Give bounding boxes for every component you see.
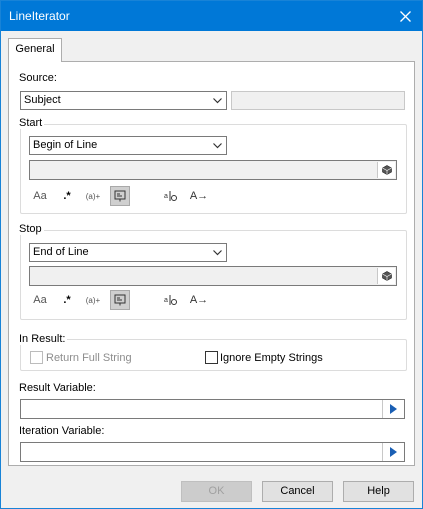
- chevron-down-icon: [209, 92, 226, 109]
- source-selected-value: Subject: [24, 94, 61, 106]
- return-full-string-label: Return Full String: [46, 352, 132, 364]
- pattern-helper-button[interactable]: [377, 162, 395, 178]
- result-variable-label: Result Variable:: [19, 382, 96, 394]
- start-dropdown[interactable]: Begin of Line: [29, 136, 227, 155]
- result-variable-field[interactable]: [20, 399, 405, 419]
- ignore-empty-strings-label: Ignore Empty Strings: [220, 352, 323, 364]
- dialog-window: LineIterator General Source: Subject Sta…: [0, 0, 423, 509]
- chevron-down-icon: [209, 244, 226, 261]
- source-label: Source:: [19, 72, 57, 84]
- in-result-title: In Result:: [17, 333, 68, 345]
- result-variable-picker-button[interactable]: [382, 400, 404, 418]
- multiline-icon[interactable]: [110, 186, 130, 206]
- chevron-down-icon: [209, 137, 226, 154]
- play-arrow-icon: [390, 447, 397, 457]
- stop-pattern-field[interactable]: [29, 266, 397, 286]
- start-group-title: Start: [17, 117, 45, 129]
- regex-icon[interactable]: .*: [57, 290, 77, 310]
- pattern-helper-button[interactable]: [377, 268, 395, 284]
- group-icon[interactable]: (a)+: [83, 290, 103, 310]
- regex-icon[interactable]: .*: [57, 186, 77, 206]
- source-extra-field: [231, 91, 405, 110]
- tab-general[interactable]: General: [8, 38, 62, 62]
- window-title: LineIterator: [9, 9, 70, 23]
- cube-icon: [381, 271, 392, 281]
- stop-dropdown[interactable]: End of Line: [29, 243, 227, 262]
- search-forward-icon[interactable]: a: [161, 290, 181, 310]
- play-arrow-icon: [390, 404, 397, 414]
- iteration-variable-label: Iteration Variable:: [19, 425, 105, 437]
- include-match-icon[interactable]: A→: [189, 290, 209, 310]
- ok-button[interactable]: OK: [181, 481, 252, 502]
- case-sensitive-icon[interactable]: Aa: [30, 290, 50, 310]
- cancel-button[interactable]: Cancel: [262, 481, 333, 502]
- case-sensitive-icon[interactable]: Aa: [30, 186, 50, 206]
- stop-group-title: Stop: [17, 223, 44, 235]
- svg-text:a: a: [164, 193, 168, 200]
- group-icon[interactable]: (a)+: [83, 186, 103, 206]
- start-selected-value: Begin of Line: [33, 139, 98, 151]
- start-pattern-field[interactable]: [29, 160, 397, 180]
- search-forward-icon[interactable]: a: [161, 186, 181, 206]
- close-button[interactable]: [388, 1, 422, 31]
- iteration-variable-field[interactable]: [20, 442, 405, 462]
- ignore-empty-strings-checkbox[interactable]: [205, 351, 218, 364]
- source-dropdown[interactable]: Subject: [20, 91, 227, 110]
- multiline-icon[interactable]: [110, 290, 130, 310]
- title-bar: LineIterator: [1, 1, 422, 31]
- cube-icon: [381, 165, 392, 175]
- stop-selected-value: End of Line: [33, 246, 89, 258]
- iteration-variable-picker-button[interactable]: [382, 443, 404, 461]
- include-match-icon[interactable]: A→: [189, 186, 209, 206]
- help-button[interactable]: Help: [343, 481, 414, 502]
- close-icon: [399, 10, 411, 22]
- general-tab-panel: Source: Subject Start Begin of Line Aa .…: [8, 61, 415, 466]
- return-full-string-checkbox[interactable]: [30, 351, 43, 364]
- svg-text:a: a: [164, 297, 168, 304]
